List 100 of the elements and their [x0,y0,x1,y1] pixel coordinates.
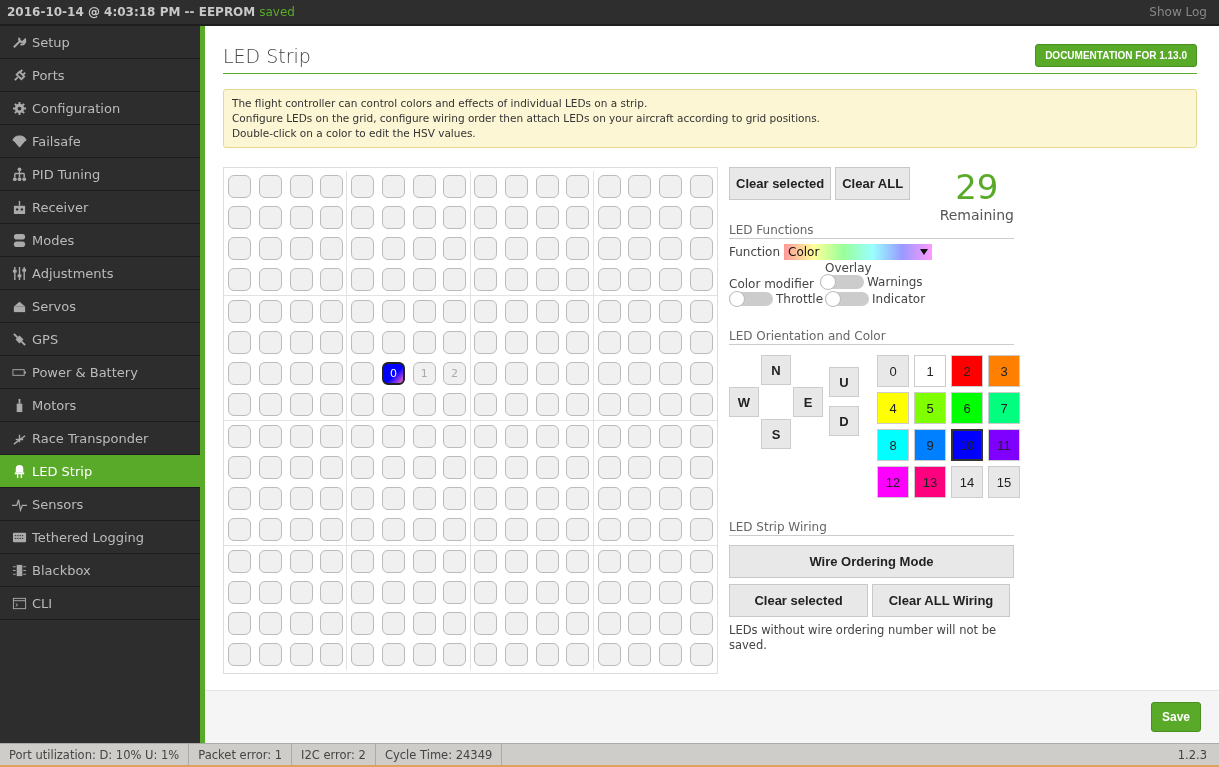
led-cell[interactable] [628,393,652,416]
led-cell[interactable] [474,425,498,448]
led-cell[interactable] [474,456,498,479]
led-cell[interactable] [690,237,714,260]
menu-item[interactable]: Motors [0,389,200,422]
led-cell[interactable] [412,268,436,291]
led-cell[interactable] [690,300,714,323]
led-cell[interactable] [351,550,375,573]
toggle-switch[interactable] [729,292,773,306]
led-cell[interactable] [659,206,683,229]
direction-button[interactable]: S [761,419,791,449]
led-cell[interactable] [289,206,313,229]
led-cell[interactable] [474,300,498,323]
led-cell[interactable] [628,518,652,541]
led-cell[interactable] [536,425,560,448]
led-cell[interactable] [351,612,375,635]
led-cell[interactable] [474,206,498,229]
led-cell[interactable] [412,487,436,510]
led-cell[interactable] [597,612,621,635]
led-cell[interactable] [412,425,436,448]
led-cell[interactable] [351,581,375,604]
led-cell[interactable] [258,518,282,541]
led-cell[interactable] [258,362,282,385]
led-cell[interactable] [566,268,590,291]
led-cell[interactable] [319,300,343,323]
led-cell[interactable] [690,612,714,635]
led-cell[interactable] [227,175,251,198]
led-cell[interactable] [412,456,436,479]
function-select[interactable]: Color [784,244,933,260]
led-cell[interactable] [690,331,714,354]
led-cell[interactable] [536,300,560,323]
led-cell[interactable] [351,456,375,479]
led-cell[interactable] [443,331,467,354]
led-cell[interactable] [227,206,251,229]
led-cell[interactable] [505,206,529,229]
direction-button[interactable]: D [829,406,859,436]
led-cell[interactable] [536,331,560,354]
led-cell[interactable] [443,518,467,541]
led-cell[interactable] [597,643,621,666]
led-cell[interactable] [597,175,621,198]
color-swatch[interactable]: 13 [914,466,946,498]
menu-item[interactable]: Adjustments [0,257,200,290]
color-swatch[interactable]: 5 [914,392,946,424]
led-cell[interactable] [690,643,714,666]
color-swatch[interactable]: 12 [877,466,909,498]
color-swatch[interactable]: 3 [988,355,1020,387]
led-cell[interactable] [566,643,590,666]
led-cell[interactable] [536,612,560,635]
led-cell[interactable] [536,456,560,479]
led-cell[interactable] [289,425,313,448]
led-cell[interactable] [412,518,436,541]
led-cell[interactable] [628,581,652,604]
led-cell[interactable] [536,487,560,510]
led-cell[interactable] [351,362,375,385]
led-cell[interactable] [566,518,590,541]
led-cell[interactable] [597,425,621,448]
color-swatch[interactable]: 9 [914,429,946,461]
menu-item[interactable]: Tethered Logging [0,521,200,554]
led-cell[interactable] [628,612,652,635]
led-cell[interactable] [319,643,343,666]
led-cell[interactable] [474,487,498,510]
led-cell[interactable] [319,550,343,573]
led-cell[interactable] [443,393,467,416]
led-cell[interactable] [690,268,714,291]
led-cell[interactable] [319,612,343,635]
led-cell[interactable]: 0 [381,362,405,385]
led-cell[interactable] [258,643,282,666]
led-cell[interactable] [536,643,560,666]
menu-item[interactable]: Configuration [0,92,200,125]
led-cell[interactable] [659,425,683,448]
led-cell[interactable] [628,175,652,198]
led-cell[interactable] [351,643,375,666]
direction-button[interactable]: N [761,355,791,385]
color-swatch[interactable]: 0 [877,355,909,387]
color-swatch[interactable]: 7 [988,392,1020,424]
led-cell[interactable] [227,518,251,541]
clear-all-wiring-button[interactable]: Clear ALL Wiring [872,584,1010,617]
led-cell[interactable] [289,643,313,666]
led-cell[interactable] [289,300,313,323]
led-cell[interactable] [351,393,375,416]
led-cell[interactable] [505,362,529,385]
led-cell[interactable] [227,487,251,510]
led-cell[interactable] [289,362,313,385]
menu-item[interactable]: PID Tuning [0,158,200,191]
led-cell[interactable] [690,393,714,416]
led-cell[interactable] [659,581,683,604]
led-cell[interactable] [628,643,652,666]
led-cell[interactable] [381,331,405,354]
led-cell[interactable] [536,518,560,541]
menu-item[interactable]: GPS [0,323,200,356]
led-cell[interactable] [659,393,683,416]
led-cell[interactable] [505,300,529,323]
led-cell[interactable] [289,268,313,291]
led-cell[interactable] [412,581,436,604]
led-cell[interactable] [474,612,498,635]
led-cell[interactable] [443,550,467,573]
color-swatch[interactable]: 14 [951,466,983,498]
led-cell[interactable] [412,393,436,416]
led-cell[interactable] [690,175,714,198]
led-cell[interactable] [351,518,375,541]
